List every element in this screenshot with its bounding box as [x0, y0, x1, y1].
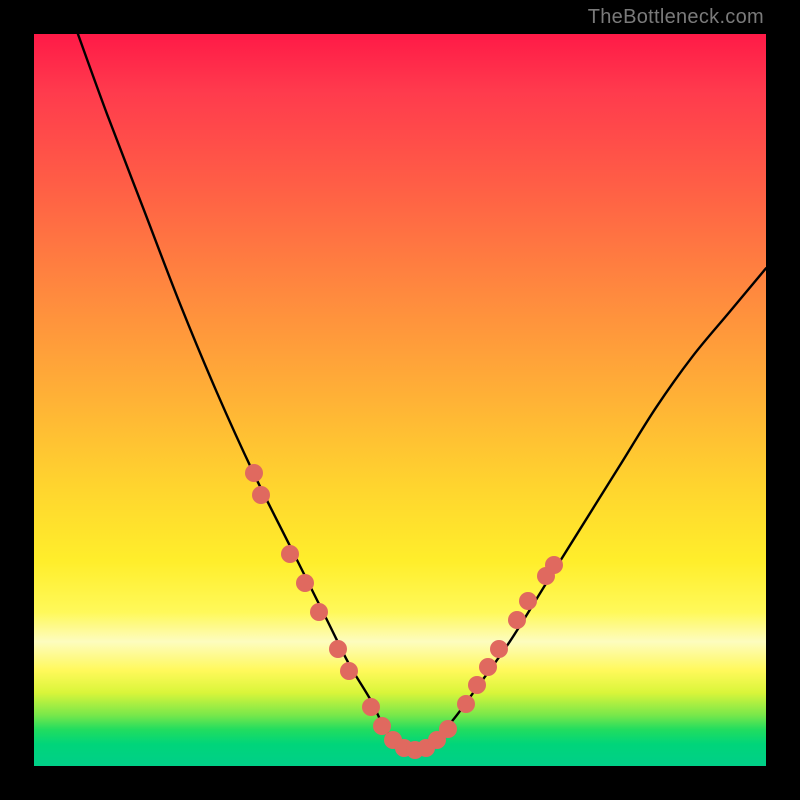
data-marker [545, 556, 563, 574]
data-marker [479, 658, 497, 676]
data-marker [296, 574, 314, 592]
data-marker [457, 695, 475, 713]
chart-frame: TheBottleneck.com [0, 0, 800, 800]
plot-area [34, 34, 766, 766]
data-marker [281, 545, 299, 563]
attribution-text: TheBottleneck.com [588, 6, 764, 29]
data-marker [329, 640, 347, 658]
data-marker [340, 662, 358, 680]
data-marker [439, 720, 457, 738]
data-marker [245, 464, 263, 482]
data-marker [508, 611, 526, 629]
bottleneck-curve [34, 34, 766, 766]
data-marker [490, 640, 508, 658]
data-marker [252, 486, 270, 504]
